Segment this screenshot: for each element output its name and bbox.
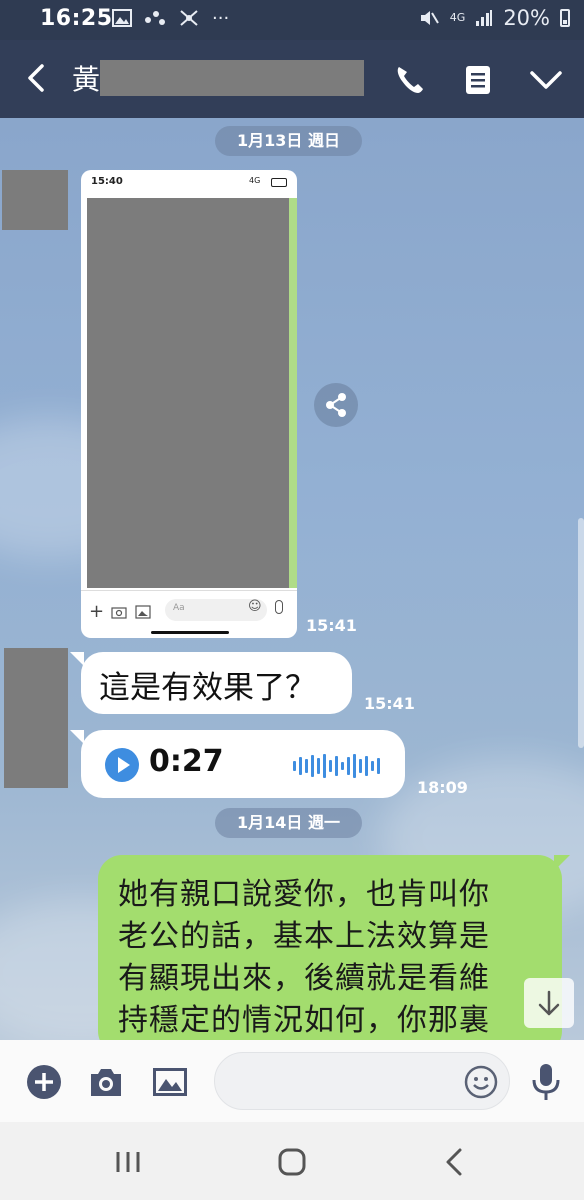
- voice-duration: 0:27: [149, 744, 224, 779]
- redacted-image: [87, 198, 289, 588]
- network-icon: [180, 10, 198, 26]
- image-icon: [135, 605, 151, 619]
- chat-area[interactable]: 1月13日 週日 15:40 4G + Aa ☺ 15:41 這是有效果了？ 1…: [0, 118, 584, 1040]
- emoji-icon: ☺: [248, 599, 262, 614]
- image-icon[interactable]: [150, 1062, 190, 1102]
- notes-icon[interactable]: [458, 60, 498, 100]
- recent-apps-icon[interactable]: [106, 1144, 150, 1180]
- back-icon[interactable]: [18, 58, 58, 98]
- share-button[interactable]: [314, 383, 358, 427]
- scrollbar[interactable]: [578, 518, 584, 748]
- voice-message-bubble[interactable]: 0:27: [81, 730, 405, 798]
- play-icon[interactable]: [105, 748, 139, 782]
- message-line: 老公的話，基本上法效算是: [118, 919, 490, 954]
- camera-icon: [111, 607, 127, 619]
- home-indicator: [151, 631, 229, 634]
- status-time: 16:25: [40, 6, 113, 31]
- more-icon: ···: [212, 8, 230, 29]
- mute-icon: [420, 11, 439, 25]
- image-message[interactable]: 15:40 4G + Aa ☺: [81, 170, 297, 638]
- back-nav-icon[interactable]: [434, 1144, 478, 1180]
- camera-icon[interactable]: [86, 1062, 126, 1102]
- message-time: 15:41: [364, 694, 415, 713]
- home-icon[interactable]: [270, 1144, 314, 1180]
- signal-icon: [476, 10, 493, 26]
- mic-icon[interactable]: [526, 1062, 566, 1102]
- message-time: 15:41: [306, 616, 357, 635]
- arrow-down-icon: [538, 990, 560, 1016]
- image-status-time: 15:40: [91, 176, 123, 187]
- sent-message-bubble[interactable]: 她有親口說愛你，也肯叫你 老公的話，基本上法效算是 有顯現出來，後續就是看維 持…: [98, 855, 562, 1040]
- image-icon: [112, 9, 132, 27]
- system-nav-bar: [0, 1122, 584, 1200]
- network-type: 4G: [449, 11, 466, 24]
- message-line: 持穩定的情況如何，你那裏: [118, 1003, 490, 1038]
- input-bar: [0, 1040, 584, 1122]
- dots-icon: [145, 11, 165, 25]
- image-status-bar: 15:40 4G: [81, 170, 297, 194]
- message-text: 這是有效果了？: [99, 670, 316, 706]
- battery-icon: [560, 9, 570, 27]
- avatar[interactable]: [4, 648, 68, 788]
- text-message-bubble[interactable]: 這是有效果了？: [81, 652, 352, 714]
- mic-icon: [275, 600, 283, 614]
- image-battery-icon: [271, 178, 287, 187]
- message-input[interactable]: [214, 1052, 510, 1110]
- chevron-down-icon[interactable]: [526, 60, 566, 100]
- message-line: 她有親口說愛你，也肯叫你: [118, 877, 490, 912]
- image-input-bar: + Aa ☺: [81, 590, 297, 638]
- date-separator: 1月13日 週日: [215, 126, 362, 156]
- message-time: 18:09: [417, 778, 468, 797]
- date-separator: 1月14日 週一: [215, 808, 362, 838]
- waveform-icon: [293, 752, 380, 780]
- emoji-icon[interactable]: [463, 1064, 499, 1100]
- share-icon: [326, 393, 346, 417]
- scroll-down-button[interactable]: [524, 978, 574, 1028]
- phone-icon[interactable]: [390, 60, 430, 100]
- message-line: 有顯現出來，後續就是看維: [118, 961, 490, 996]
- avatar[interactable]: [2, 170, 68, 230]
- redacted-name: [100, 60, 364, 96]
- plus-icon: +: [89, 601, 105, 622]
- chat-header: 黃: [0, 40, 584, 118]
- status-bar: 16:25 ··· 4G 20%: [0, 0, 584, 40]
- image-status-network: 4G: [249, 176, 261, 185]
- contact-name[interactable]: 黃: [72, 58, 100, 98]
- battery-percent: 20%: [503, 6, 550, 30]
- plus-icon[interactable]: [24, 1062, 64, 1102]
